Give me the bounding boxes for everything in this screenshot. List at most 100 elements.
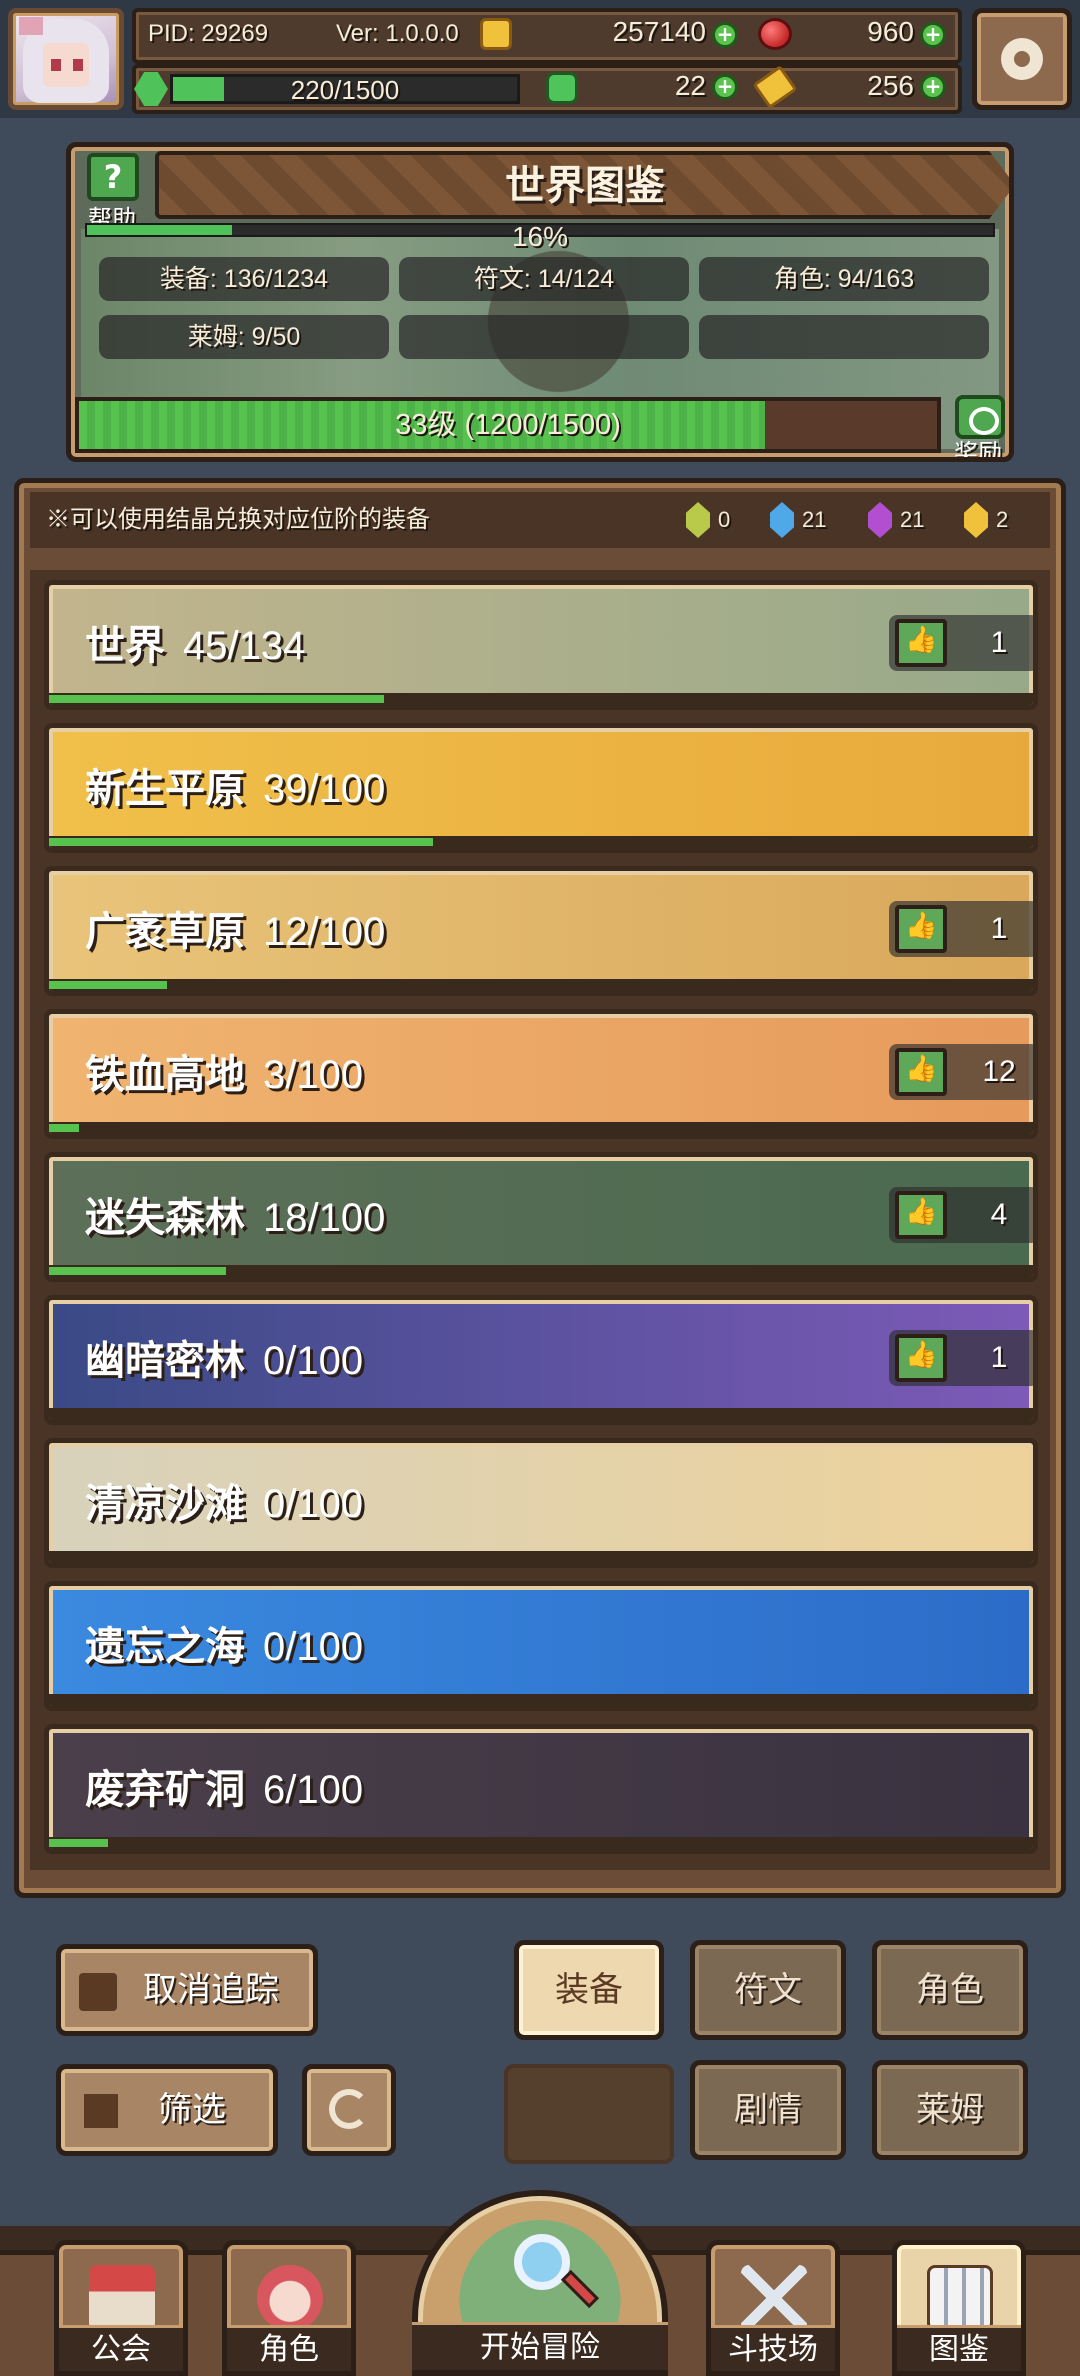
nav-guild[interactable]: 公会 bbox=[54, 2240, 188, 2376]
tracked-counter[interactable]: 1 bbox=[889, 615, 1033, 671]
tracked-counter[interactable]: 4 bbox=[889, 1187, 1033, 1243]
region-progress-bar bbox=[49, 1408, 1033, 1420]
tracked-counter[interactable]: 12 bbox=[889, 1044, 1033, 1100]
region-progress-fill bbox=[49, 838, 433, 846]
region-name: 世界 bbox=[85, 624, 165, 668]
tab-runes[interactable]: 符文 bbox=[690, 1940, 846, 2040]
magnifier-icon bbox=[514, 2234, 570, 2290]
region-name: 广袤草原 bbox=[85, 910, 245, 954]
region-list[interactable]: 世界 45/134 1 新生平原 39/100 广袤草原 12/100 1 铁血高地 3/100 1… bbox=[30, 570, 1050, 1870]
region-title: 新生平原 39/100 bbox=[85, 756, 385, 814]
region-name: 遗忘之海 bbox=[85, 1625, 245, 1669]
region-row[interactable]: 新生平原 39/100 bbox=[44, 723, 1038, 853]
add-gem-icon[interactable]: + bbox=[920, 22, 946, 48]
gem-amount: 960 bbox=[867, 16, 914, 47]
tracked-counter[interactable]: 1 bbox=[889, 1330, 1033, 1386]
start-adventure-button[interactable]: 开始冒险 bbox=[412, 2190, 668, 2376]
thumbs-up-icon bbox=[895, 1048, 947, 1096]
nav-guild-label: 公会 bbox=[59, 2325, 183, 2371]
add-gold-icon[interactable]: + bbox=[712, 22, 738, 48]
key-amount: 256 bbox=[867, 70, 914, 101]
nav-arena[interactable]: 斗技场 bbox=[706, 2240, 840, 2376]
thumb-icon bbox=[79, 1973, 117, 2011]
region-row[interactable]: 清凉沙滩 0/100 bbox=[44, 1438, 1038, 1568]
region-name: 迷失森林 bbox=[85, 1196, 245, 1240]
reset-button[interactable] bbox=[302, 2064, 396, 2156]
stat-runes: 符文: 14/124 bbox=[399, 257, 689, 301]
region-progress-fill bbox=[49, 981, 168, 989]
untrack-button[interactable]: 取消追踪 bbox=[56, 1944, 318, 2036]
tab-lime[interactable]: 莱姆 bbox=[872, 2060, 1028, 2160]
crystal-count: 21 bbox=[900, 507, 925, 532]
stat-empty-slot bbox=[699, 315, 989, 359]
region-progress-fill bbox=[49, 695, 384, 703]
add-clover-icon[interactable]: + bbox=[712, 74, 738, 100]
tab-story[interactable]: 剧情 bbox=[690, 2060, 846, 2160]
region-title: 世界 45/134 bbox=[85, 613, 305, 671]
level-text: 33级 (1200/1500) bbox=[395, 409, 621, 441]
reward-label: 奖励 bbox=[954, 439, 1002, 462]
grid-icon bbox=[81, 2091, 121, 2131]
refresh-icon bbox=[329, 2089, 369, 2129]
region-progress-bar bbox=[49, 1265, 1033, 1277]
region-progress-fill bbox=[49, 1839, 109, 1847]
region-progress-bar bbox=[49, 693, 1033, 705]
guild-hall-icon bbox=[89, 2265, 155, 2331]
clover-amount: 22 bbox=[674, 70, 706, 101]
gear-hole bbox=[1014, 51, 1030, 67]
tracked-count: 1 bbox=[990, 912, 1008, 945]
start-adventure-label: 开始冒险 bbox=[412, 2322, 668, 2370]
region-progress-bar bbox=[49, 1837, 1033, 1849]
region-row[interactable]: 废弃矿洞 6/100 bbox=[44, 1724, 1038, 1854]
world-compendium-panel: 世界图鉴 ? 帮助 16% 装备: 136/1234 符文: 14/124 角色… bbox=[66, 142, 1014, 462]
book-icon bbox=[927, 2265, 993, 2331]
region-progress-count: 3/100 bbox=[263, 1053, 364, 1097]
player-avatar[interactable] bbox=[8, 8, 124, 110]
region-row[interactable]: 广袤草原 12/100 1 bbox=[44, 866, 1038, 996]
add-key-icon[interactable]: + bbox=[920, 74, 946, 100]
region-progress-count: 0/100 bbox=[263, 1339, 364, 1383]
page-title: 世界图鉴 bbox=[505, 164, 665, 208]
region-title: 迷失森林 18/100 bbox=[85, 1185, 385, 1243]
settings-button[interactable] bbox=[972, 8, 1072, 110]
ruby-gem-icon bbox=[758, 18, 792, 50]
crystal-count: 0 bbox=[718, 507, 731, 532]
avatar-eye bbox=[73, 59, 83, 71]
reward-button[interactable]: 奖励 bbox=[945, 395, 1009, 462]
character-portrait-icon bbox=[257, 2265, 323, 2331]
stat-equipment: 装备: 136/1234 bbox=[99, 257, 389, 301]
question-icon: ? bbox=[87, 153, 139, 201]
stat-empty-slot bbox=[399, 315, 689, 359]
region-progress-bar bbox=[49, 1122, 1033, 1134]
region-row[interactable]: 迷失森林 18/100 4 bbox=[44, 1152, 1038, 1282]
nav-characters-label: 角色 bbox=[227, 2325, 351, 2371]
nav-compendium[interactable]: 图鉴 bbox=[892, 2240, 1026, 2376]
thumbs-up-icon bbox=[895, 905, 947, 953]
region-row[interactable]: 世界 45/134 1 bbox=[44, 580, 1038, 710]
magnifier-handle bbox=[560, 2269, 600, 2309]
game-version: Ver: 1.0.0.0 bbox=[336, 20, 459, 47]
empty-tab-slot bbox=[504, 2064, 674, 2164]
region-progress-count: 0/100 bbox=[263, 1482, 364, 1526]
filter-label: 筛选 bbox=[158, 2090, 226, 2130]
region-row[interactable]: 遗忘之海 0/100 bbox=[44, 1581, 1038, 1711]
region-progress-bar bbox=[49, 836, 1033, 848]
region-progress-fill bbox=[49, 1124, 79, 1132]
tab-equipment[interactable]: 装备 bbox=[514, 1940, 664, 2040]
region-row[interactable]: 铁血高地 3/100 12 bbox=[44, 1009, 1038, 1139]
region-row[interactable]: 幽暗密林 0/100 1 bbox=[44, 1295, 1038, 1425]
tab-characters[interactable]: 角色 bbox=[872, 1940, 1028, 2040]
thumbs-up-icon bbox=[895, 619, 947, 667]
region-name: 幽暗密林 bbox=[85, 1339, 245, 1383]
region-progress-count: 0/100 bbox=[263, 1625, 364, 1669]
nav-compendium-label: 图鉴 bbox=[897, 2325, 1021, 2371]
region-progress-bar bbox=[49, 1551, 1033, 1563]
filter-button[interactable]: 筛选 bbox=[56, 2064, 278, 2156]
region-progress-count: 12/100 bbox=[263, 910, 386, 954]
tracked-counter[interactable]: 1 bbox=[889, 901, 1033, 957]
region-progress-count: 39/100 bbox=[263, 767, 386, 811]
region-name: 清凉沙滩 bbox=[85, 1482, 245, 1526]
nav-characters[interactable]: 角色 bbox=[222, 2240, 356, 2376]
stamina-text: 220/1500 bbox=[290, 75, 400, 105]
stat-lime: 莱姆: 9/50 bbox=[99, 315, 389, 359]
